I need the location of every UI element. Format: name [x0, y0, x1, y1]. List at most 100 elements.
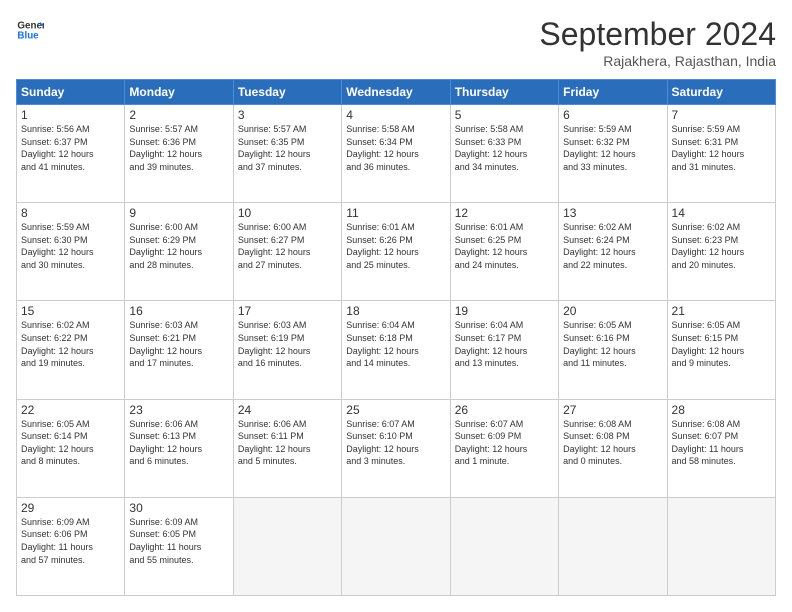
day-cell-1: 1Sunrise: 5:56 AMSunset: 6:37 PMDaylight…: [17, 105, 125, 203]
day-cell-25: 25Sunrise: 6:07 AMSunset: 6:10 PMDayligh…: [342, 399, 450, 497]
header-tuesday: Tuesday: [233, 80, 341, 105]
empty-cell: [342, 497, 450, 595]
header-thursday: Thursday: [450, 80, 558, 105]
header: General Blue September 2024 Rajakhera, R…: [16, 16, 776, 69]
day-info: Sunrise: 5:59 AMSunset: 6:32 PMDaylight:…: [563, 123, 662, 173]
day-info: Sunrise: 6:08 AMSunset: 6:07 PMDaylight:…: [672, 418, 771, 468]
day-number: 30: [129, 501, 228, 515]
day-number: 13: [563, 206, 662, 220]
day-cell-26: 26Sunrise: 6:07 AMSunset: 6:09 PMDayligh…: [450, 399, 558, 497]
week-row-5: 29Sunrise: 6:09 AMSunset: 6:06 PMDayligh…: [17, 497, 776, 595]
day-number: 18: [346, 304, 445, 318]
day-number: 1: [21, 108, 120, 122]
day-info: Sunrise: 6:04 AMSunset: 6:18 PMDaylight:…: [346, 319, 445, 369]
day-cell-29: 29Sunrise: 6:09 AMSunset: 6:06 PMDayligh…: [17, 497, 125, 595]
day-cell-4: 4Sunrise: 5:58 AMSunset: 6:34 PMDaylight…: [342, 105, 450, 203]
day-info: Sunrise: 5:58 AMSunset: 6:34 PMDaylight:…: [346, 123, 445, 173]
day-info: Sunrise: 6:05 AMSunset: 6:16 PMDaylight:…: [563, 319, 662, 369]
day-info: Sunrise: 6:06 AMSunset: 6:11 PMDaylight:…: [238, 418, 337, 468]
day-cell-21: 21Sunrise: 6:05 AMSunset: 6:15 PMDayligh…: [667, 301, 775, 399]
week-row-2: 8Sunrise: 5:59 AMSunset: 6:30 PMDaylight…: [17, 203, 776, 301]
day-cell-11: 11Sunrise: 6:01 AMSunset: 6:26 PMDayligh…: [342, 203, 450, 301]
day-cell-28: 28Sunrise: 6:08 AMSunset: 6:07 PMDayligh…: [667, 399, 775, 497]
logo-icon: General Blue: [16, 16, 44, 44]
day-cell-15: 15Sunrise: 6:02 AMSunset: 6:22 PMDayligh…: [17, 301, 125, 399]
day-info: Sunrise: 5:57 AMSunset: 6:36 PMDaylight:…: [129, 123, 228, 173]
day-cell-3: 3Sunrise: 5:57 AMSunset: 6:35 PMDaylight…: [233, 105, 341, 203]
day-cell-10: 10Sunrise: 6:00 AMSunset: 6:27 PMDayligh…: [233, 203, 341, 301]
day-number: 28: [672, 403, 771, 417]
day-cell-14: 14Sunrise: 6:02 AMSunset: 6:23 PMDayligh…: [667, 203, 775, 301]
day-cell-13: 13Sunrise: 6:02 AMSunset: 6:24 PMDayligh…: [559, 203, 667, 301]
month-title: September 2024: [539, 16, 776, 53]
day-number: 12: [455, 206, 554, 220]
day-cell-5: 5Sunrise: 5:58 AMSunset: 6:33 PMDaylight…: [450, 105, 558, 203]
header-friday: Friday: [559, 80, 667, 105]
day-number: 20: [563, 304, 662, 318]
day-info: Sunrise: 5:59 AMSunset: 6:31 PMDaylight:…: [672, 123, 771, 173]
day-number: 2: [129, 108, 228, 122]
day-info: Sunrise: 5:57 AMSunset: 6:35 PMDaylight:…: [238, 123, 337, 173]
day-number: 14: [672, 206, 771, 220]
day-cell-17: 17Sunrise: 6:03 AMSunset: 6:19 PMDayligh…: [233, 301, 341, 399]
day-number: 23: [129, 403, 228, 417]
day-info: Sunrise: 6:03 AMSunset: 6:19 PMDaylight:…: [238, 319, 337, 369]
day-cell-8: 8Sunrise: 5:59 AMSunset: 6:30 PMDaylight…: [17, 203, 125, 301]
day-info: Sunrise: 6:05 AMSunset: 6:15 PMDaylight:…: [672, 319, 771, 369]
day-cell-27: 27Sunrise: 6:08 AMSunset: 6:08 PMDayligh…: [559, 399, 667, 497]
day-info: Sunrise: 6:02 AMSunset: 6:22 PMDaylight:…: [21, 319, 120, 369]
day-number: 3: [238, 108, 337, 122]
empty-cell: [450, 497, 558, 595]
day-info: Sunrise: 5:56 AMSunset: 6:37 PMDaylight:…: [21, 123, 120, 173]
day-number: 10: [238, 206, 337, 220]
day-cell-19: 19Sunrise: 6:04 AMSunset: 6:17 PMDayligh…: [450, 301, 558, 399]
weekday-header-row: Sunday Monday Tuesday Wednesday Thursday…: [17, 80, 776, 105]
day-cell-2: 2Sunrise: 5:57 AMSunset: 6:36 PMDaylight…: [125, 105, 233, 203]
day-info: Sunrise: 6:01 AMSunset: 6:25 PMDaylight:…: [455, 221, 554, 271]
day-cell-12: 12Sunrise: 6:01 AMSunset: 6:25 PMDayligh…: [450, 203, 558, 301]
day-number: 19: [455, 304, 554, 318]
day-number: 29: [21, 501, 120, 515]
day-info: Sunrise: 5:59 AMSunset: 6:30 PMDaylight:…: [21, 221, 120, 271]
day-info: Sunrise: 6:01 AMSunset: 6:26 PMDaylight:…: [346, 221, 445, 271]
day-number: 5: [455, 108, 554, 122]
header-sunday: Sunday: [17, 80, 125, 105]
day-info: Sunrise: 6:08 AMSunset: 6:08 PMDaylight:…: [563, 418, 662, 468]
header-wednesday: Wednesday: [342, 80, 450, 105]
week-row-3: 15Sunrise: 6:02 AMSunset: 6:22 PMDayligh…: [17, 301, 776, 399]
day-info: Sunrise: 6:04 AMSunset: 6:17 PMDaylight:…: [455, 319, 554, 369]
day-number: 7: [672, 108, 771, 122]
calendar-table: Sunday Monday Tuesday Wednesday Thursday…: [16, 79, 776, 596]
day-number: 24: [238, 403, 337, 417]
day-info: Sunrise: 6:00 AMSunset: 6:29 PMDaylight:…: [129, 221, 228, 271]
day-number: 11: [346, 206, 445, 220]
empty-cell: [667, 497, 775, 595]
day-number: 21: [672, 304, 771, 318]
page: General Blue September 2024 Rajakhera, R…: [0, 0, 792, 612]
day-cell-22: 22Sunrise: 6:05 AMSunset: 6:14 PMDayligh…: [17, 399, 125, 497]
day-cell-7: 7Sunrise: 5:59 AMSunset: 6:31 PMDaylight…: [667, 105, 775, 203]
day-cell-6: 6Sunrise: 5:59 AMSunset: 6:32 PMDaylight…: [559, 105, 667, 203]
day-info: Sunrise: 6:09 AMSunset: 6:05 PMDaylight:…: [129, 516, 228, 566]
day-cell-20: 20Sunrise: 6:05 AMSunset: 6:16 PMDayligh…: [559, 301, 667, 399]
header-monday: Monday: [125, 80, 233, 105]
day-cell-30: 30Sunrise: 6:09 AMSunset: 6:05 PMDayligh…: [125, 497, 233, 595]
week-row-1: 1Sunrise: 5:56 AMSunset: 6:37 PMDaylight…: [17, 105, 776, 203]
day-info: Sunrise: 6:05 AMSunset: 6:14 PMDaylight:…: [21, 418, 120, 468]
empty-cell: [233, 497, 341, 595]
day-info: Sunrise: 6:00 AMSunset: 6:27 PMDaylight:…: [238, 221, 337, 271]
day-number: 8: [21, 206, 120, 220]
day-cell-9: 9Sunrise: 6:00 AMSunset: 6:29 PMDaylight…: [125, 203, 233, 301]
day-info: Sunrise: 6:02 AMSunset: 6:24 PMDaylight:…: [563, 221, 662, 271]
logo: General Blue: [16, 16, 44, 44]
empty-cell: [559, 497, 667, 595]
day-info: Sunrise: 6:07 AMSunset: 6:10 PMDaylight:…: [346, 418, 445, 468]
title-block: September 2024 Rajakhera, Rajasthan, Ind…: [539, 16, 776, 69]
day-number: 9: [129, 206, 228, 220]
day-info: Sunrise: 6:07 AMSunset: 6:09 PMDaylight:…: [455, 418, 554, 468]
day-info: Sunrise: 6:06 AMSunset: 6:13 PMDaylight:…: [129, 418, 228, 468]
day-number: 15: [21, 304, 120, 318]
day-number: 25: [346, 403, 445, 417]
day-cell-23: 23Sunrise: 6:06 AMSunset: 6:13 PMDayligh…: [125, 399, 233, 497]
week-row-4: 22Sunrise: 6:05 AMSunset: 6:14 PMDayligh…: [17, 399, 776, 497]
